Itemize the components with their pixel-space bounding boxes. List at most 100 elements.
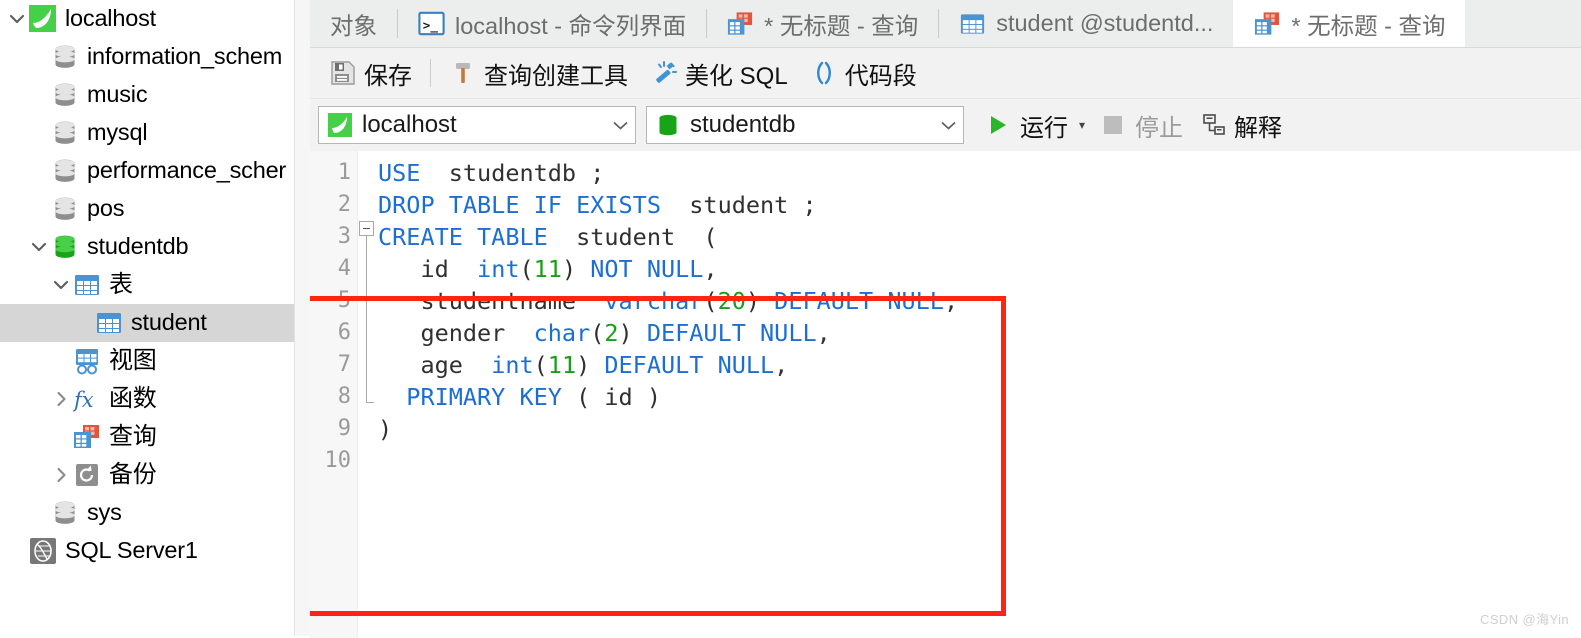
- code-token: NOT NULL: [590, 255, 704, 283]
- parentheses-icon: [810, 59, 838, 87]
- twisty-down-icon[interactable]: [6, 13, 28, 25]
- twisty-down-icon[interactable]: [50, 279, 72, 291]
- chevron-down-icon[interactable]: [600, 120, 629, 131]
- table-icon: [94, 308, 124, 338]
- magic-wand-icon: [650, 59, 678, 87]
- database-value: studentdb: [690, 111, 796, 138]
- tree-item-[interactable]: 查询: [0, 418, 294, 456]
- tree-item-music[interactable]: music: [0, 76, 294, 114]
- sidebar-splitter[interactable]: [294, 0, 310, 636]
- tab-5[interactable]: * 无标题 - 查询: [1233, 0, 1466, 47]
- view-icon: [72, 346, 102, 376]
- tree-item-mysql[interactable]: mysql: [0, 114, 294, 152]
- stop-icon: [1099, 111, 1127, 139]
- query-builder-button[interactable]: 查询创建工具: [438, 53, 639, 93]
- tree-item-label: information_schem: [87, 43, 283, 70]
- line-number: 8: [337, 384, 351, 409]
- tab-2[interactable]: >_ localhost - 命令列界面: [397, 0, 706, 47]
- tree-item-sys[interactable]: sys: [0, 494, 294, 532]
- code-token: ( id ): [561, 383, 661, 411]
- code-line: id int(11) NOT NULL,: [378, 253, 1581, 285]
- code-token: PRIMARY KEY: [406, 383, 562, 411]
- database-green-icon: [50, 232, 80, 262]
- run-dropdown-caret[interactable]: ▾: [1079, 118, 1085, 132]
- tab-label: student @studentd...: [996, 10, 1214, 36]
- tree-item-label: localhost: [65, 5, 156, 32]
- code-line: gender char(2) DEFAULT NULL,: [378, 317, 1581, 349]
- tree-item-label: pos: [87, 195, 125, 222]
- line-number: 10: [324, 448, 352, 473]
- line-number: 1: [337, 160, 351, 185]
- dolphin-icon: [28, 4, 58, 34]
- table-folder-icon: [72, 270, 102, 300]
- code-token: studentname: [378, 287, 605, 315]
- tree-item-localhost[interactable]: localhost: [0, 0, 294, 38]
- snippet-button[interactable]: 代码段: [799, 53, 928, 93]
- tab-label: 对象: [330, 12, 377, 39]
- stop-label: 停止: [1135, 114, 1184, 142]
- tab-label: localhost - 命令列界面: [455, 12, 687, 39]
- code-token: ,: [943, 287, 959, 315]
- query-icon: [726, 9, 755, 38]
- code-token: (: [590, 319, 605, 347]
- code-token: CREATE TABLE: [378, 223, 562, 251]
- twisty-right-icon[interactable]: [50, 391, 72, 407]
- fold-toggle-icon[interactable]: [359, 221, 374, 236]
- code-line: ): [378, 413, 1581, 445]
- query-icon: [1253, 9, 1282, 38]
- tree-item-[interactable]: fx 函数: [0, 380, 294, 418]
- explain-button[interactable]: 解释: [1193, 108, 1290, 143]
- tab-4[interactable]: student @studentd...: [938, 0, 1233, 47]
- tree-item-[interactable]: 表: [0, 266, 294, 304]
- beautify-sql-button[interactable]: 美化 SQL: [639, 53, 799, 93]
- hammer-icon: [449, 59, 477, 87]
- tree-item-[interactable]: 备份: [0, 456, 294, 494]
- code-line: studentname varchar(20) DEFAULT NULL,: [378, 285, 1581, 317]
- save-button[interactable]: 保存: [318, 53, 423, 93]
- play-icon: [984, 111, 1012, 139]
- tree-item-label: 视图: [109, 347, 157, 374]
- svg-text:fx: fx: [72, 388, 94, 412]
- watermark: CSDN @海Yin: [1480, 612, 1569, 627]
- twisty-down-icon[interactable]: [28, 241, 50, 253]
- tree-item-student[interactable]: student: [0, 304, 294, 342]
- object-tree-sidebar[interactable]: localhost information_schemmusic mysql perf…: [0, 0, 294, 636]
- fold-column[interactable]: [358, 151, 378, 638]
- database-green-icon: [654, 111, 682, 139]
- chevron-down-icon[interactable]: [928, 120, 957, 131]
- code-line: PRIMARY KEY ( id ): [378, 381, 1581, 413]
- run-button[interactable]: 运行 ▾: [974, 108, 1089, 143]
- tree-item-studentdb[interactable]: studentdb: [0, 228, 294, 266]
- query-icon: [72, 422, 102, 452]
- tab-3[interactable]: * 无标题 - 查询: [706, 0, 938, 47]
- tree-item-pos[interactable]: pos: [0, 190, 294, 228]
- code-token: ): [378, 415, 393, 443]
- navicat-window: localhost information_schemmusic mysql perf…: [0, 0, 1581, 638]
- tree-item-information_schem[interactable]: information_schem: [0, 38, 294, 76]
- save-label: 保存: [364, 62, 412, 90]
- code-token: int: [477, 255, 520, 283]
- connection-select[interactable]: localhost: [318, 106, 636, 144]
- tab-1[interactable]: 对象: [310, 0, 397, 47]
- tree-item-SQLServer1[interactable]: SQL Server1: [0, 532, 294, 570]
- code-token: int: [491, 351, 534, 379]
- tab-strip[interactable]: 对象 >_ localhost - 命令列界面 * 无标题 - 查询 student @…: [310, 0, 1581, 48]
- code-token: DROP TABLE IF EXISTS: [378, 191, 676, 219]
- database-gray-icon: [50, 156, 80, 186]
- tree-item-label: 函数: [109, 385, 157, 412]
- code-token: (: [533, 351, 548, 379]
- sql-editor[interactable]: 1 2 3 4 5 6 7 8 9 10 USE studentdb ; DROP TABLE IF…: [310, 151, 1581, 638]
- code-line: CREATE TABLE student (: [378, 221, 1581, 253]
- database-select[interactable]: studentdb: [646, 106, 964, 144]
- twisty-right-icon[interactable]: [50, 467, 72, 483]
- table-icon: [958, 9, 987, 38]
- line-number: 9: [337, 416, 351, 441]
- database-gray-icon: [50, 42, 80, 72]
- svg-text:>_: >_: [423, 17, 439, 33]
- tree-item-performance_scher[interactable]: performance_scher: [0, 152, 294, 190]
- tree-item-[interactable]: 视图: [0, 342, 294, 380]
- snippet-label: 代码段: [844, 62, 917, 90]
- connection-bar: localhost studentdb 运行 ▾ 停止 解释: [310, 99, 1581, 151]
- sql-code-content[interactable]: USE studentdb ; DROP TABLE IF EXISTS stud…: [378, 151, 1581, 638]
- code-token: student ;: [675, 191, 817, 219]
